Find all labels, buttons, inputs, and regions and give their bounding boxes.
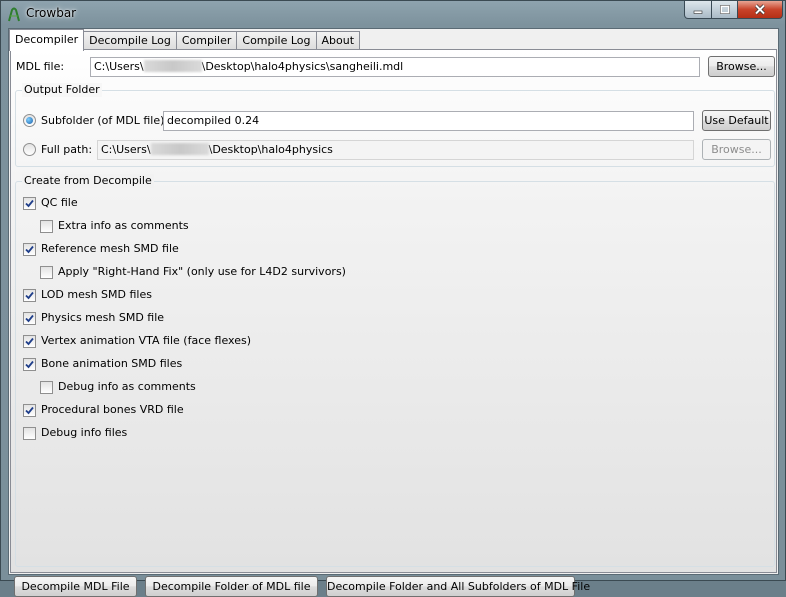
- mdl-file-input[interactable]: C:\Users\ \Desktop\halo4physics\sangheili…: [90, 57, 700, 77]
- option-checkbox[interactable]: [23, 289, 36, 302]
- option-label[interactable]: Bone animation SMD files: [41, 357, 182, 371]
- tab-decompiler[interactable]: Decompiler: [9, 29, 85, 51]
- radio-selected-dot: [26, 117, 33, 124]
- minimize-icon: [693, 10, 703, 14]
- checkmark-icon: [25, 337, 34, 346]
- full-path-suffix: \Desktop\halo4physics: [208, 143, 333, 156]
- option-checkbox[interactable]: [40, 381, 53, 394]
- subfolder-input[interactable]: decompiled 0.24: [163, 111, 694, 131]
- option-label[interactable]: LOD mesh SMD files: [41, 288, 152, 302]
- option-checkbox[interactable]: [23, 197, 36, 210]
- subfolder-radio[interactable]: [23, 114, 36, 127]
- full-path-label[interactable]: Full path:: [41, 143, 92, 157]
- tab-about[interactable]: About: [316, 31, 361, 50]
- window-title: Crowbar: [26, 6, 77, 20]
- maximize-icon: [719, 5, 730, 14]
- mdl-path-prefix: C:\Users\: [94, 60, 144, 73]
- option-label[interactable]: Reference mesh SMD file: [41, 242, 179, 256]
- use-default-button[interactable]: Use Default: [702, 110, 771, 131]
- option-checkbox[interactable]: [23, 358, 36, 371]
- option-checkbox[interactable]: [23, 335, 36, 348]
- option-checkbox[interactable]: [23, 312, 36, 325]
- decompiler-page: MDL file: C:\Users\ \Desktop\halo4physics…: [10, 49, 777, 597]
- option-checkbox[interactable]: [23, 243, 36, 256]
- checkmark-icon: [25, 406, 34, 415]
- decompile-mdl-file-button[interactable]: Decompile MDL File: [14, 576, 137, 597]
- maximize-button[interactable]: [711, 1, 738, 19]
- output-folder-group: Output Folder Subfolder (of MDL file): d…: [15, 83, 775, 167]
- title-bar[interactable]: Crowbar: [1, 1, 785, 27]
- option-label[interactable]: Procedural bones VRD file: [41, 403, 184, 417]
- checkmark-icon: [25, 314, 34, 323]
- decompile-all-subfolders-button[interactable]: Decompile Folder and All Subfolders of M…: [326, 576, 590, 597]
- redacted-username: [150, 143, 209, 155]
- decompile-folder-button[interactable]: Decompile Folder of MDL file: [145, 576, 318, 597]
- close-icon: [754, 4, 766, 15]
- mdl-file-label: MDL file:: [16, 60, 65, 73]
- option-label[interactable]: Debug info as comments: [58, 380, 196, 394]
- full-path-input[interactable]: C:\Users\ \Desktop\halo4physics: [97, 140, 694, 160]
- create-from-decompile-title: Create from Decompile: [22, 174, 154, 188]
- output-folder-title: Output Folder: [22, 83, 102, 97]
- subfolder-label[interactable]: Subfolder (of MDL file):: [41, 114, 168, 128]
- option-label[interactable]: Apply "Right-Hand Fix" (only use for L4D…: [58, 265, 346, 279]
- mdl-path-suffix: \Desktop\halo4physics\sangheili.mdl: [201, 60, 404, 73]
- client-area: Decompiler Decompile Log Compiler Compil…: [8, 28, 779, 597]
- redacted-username: [143, 60, 202, 72]
- option-label[interactable]: Debug info files: [41, 426, 127, 440]
- option-label[interactable]: Physics mesh SMD file: [41, 311, 164, 325]
- tab-strip: Decompiler Decompile Log Compiler Compil…: [9, 29, 361, 51]
- option-checkbox[interactable]: [23, 404, 36, 417]
- mdl-browse-button[interactable]: Browse...: [708, 56, 775, 77]
- checkmark-icon: [25, 245, 34, 254]
- app-window: Crowbar Decompiler Decompile Log Compile…: [0, 0, 786, 597]
- full-path-browse-button[interactable]: Browse...: [702, 139, 771, 160]
- option-checkbox[interactable]: [40, 266, 53, 279]
- option-label[interactable]: QC file: [41, 196, 78, 210]
- tab-decompile-log[interactable]: Decompile Log: [84, 31, 177, 50]
- minimize-button[interactable]: [684, 1, 712, 19]
- checkmark-icon: [25, 360, 34, 369]
- full-path-prefix: C:\Users\: [101, 143, 151, 156]
- crowbar-app-icon: [6, 6, 22, 22]
- create-from-decompile-group: Create from Decompile QC file Extra info …: [15, 174, 775, 567]
- option-label[interactable]: Extra info as comments: [58, 219, 189, 233]
- option-label[interactable]: Vertex animation VTA file (face flexes): [41, 334, 251, 348]
- tab-compile-log[interactable]: Compile Log: [237, 31, 317, 50]
- close-button[interactable]: [737, 1, 783, 19]
- option-checkbox[interactable]: [23, 427, 36, 440]
- checkmark-icon: [25, 199, 34, 208]
- checkmark-icon: [25, 291, 34, 300]
- full-path-radio[interactable]: [23, 143, 36, 156]
- tab-compiler[interactable]: Compiler: [176, 31, 238, 50]
- option-checkbox[interactable]: [40, 220, 53, 233]
